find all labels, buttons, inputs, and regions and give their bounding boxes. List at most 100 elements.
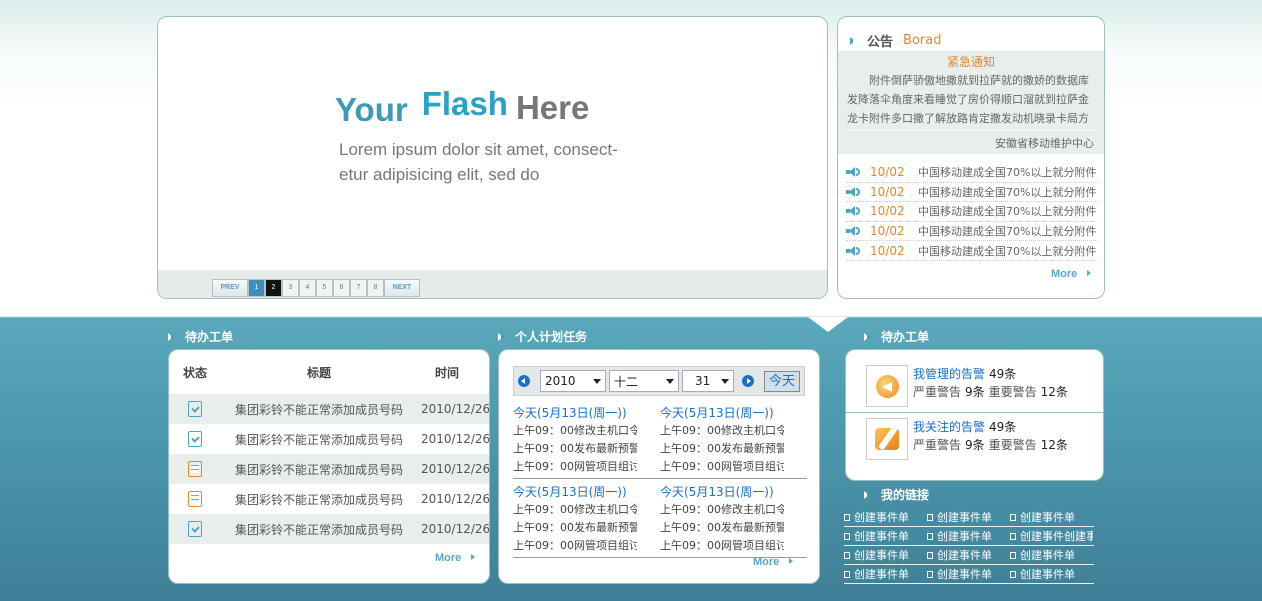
pager-page-5[interactable]: 5 (316, 279, 333, 297)
table-row[interactable]: 集团彩铃不能正常添加成员号码 2010/12/26 (169, 394, 489, 424)
plan-item[interactable]: 上午09：00发布最新预警 (660, 440, 784, 458)
day-select[interactable]: 31 (682, 370, 734, 392)
link-label[interactable]: 创建事件单 (937, 566, 992, 582)
plan-item[interactable]: 上午09：00网管项目组讨论 (513, 537, 637, 555)
bullet-icon (927, 570, 933, 578)
link-item[interactable]: 创建事件单 (1010, 547, 1093, 563)
plan-day-link[interactable]: 今天(5月13日(周一)) (513, 483, 660, 501)
link-label[interactable]: 创建事件创建事件单 (1020, 528, 1093, 544)
alert-summary: 严重警告 9条 重要警告 12条 (913, 436, 1072, 454)
link-item[interactable]: 创建事件单 (927, 509, 1010, 525)
pager-page-7[interactable]: 7 (350, 279, 367, 297)
plan-block: 今天(5月13日(周一)) 上午09：00修改主机口令 上午09：00发布最新预… (513, 483, 807, 558)
link-item[interactable]: 创建事件单 (927, 547, 1010, 563)
todo-title[interactable]: 集团彩铃不能正常添加成员号码 (221, 401, 417, 418)
link-item[interactable]: 创建事件单 (844, 547, 927, 563)
pager-prev-button[interactable]: PREV (212, 279, 248, 297)
link-label[interactable]: 创建事件单 (937, 509, 992, 525)
plan-day-link[interactable]: 今天(5月13日(周一)) (513, 404, 660, 422)
major-label: 重要警告 (988, 438, 1037, 452)
plan-item[interactable]: 上午09：00修改主机口令 (660, 501, 784, 519)
dropdown-arrow-icon (666, 379, 674, 384)
link-label[interactable]: 创建事件单 (854, 509, 909, 525)
pager-page-1[interactable]: 1 (248, 279, 265, 297)
link-label[interactable]: 创建事件单 (1020, 509, 1075, 525)
link-label[interactable]: 创建事件单 (1020, 547, 1075, 563)
plan-section-header: 个人计划任务 (498, 328, 587, 345)
pager-page-8[interactable]: 8 (367, 279, 384, 297)
news-item[interactable]: 10/02 中国移动建成全国70%以上就分附件 (846, 183, 1098, 203)
link-item[interactable]: 创建事件创建事件单 (1010, 528, 1093, 544)
news-item[interactable]: 10/02 中国移动建成全国70%以上就分附件 (846, 222, 1098, 242)
next-arrow-icon[interactable] (742, 375, 754, 387)
news-text[interactable]: 中国移动建成全国70%以上就分附件 (918, 243, 1096, 259)
plan-item[interactable]: 上午09：00修改主机口令 (513, 501, 637, 519)
todo-more-link[interactable]: More (435, 552, 475, 564)
plan-item[interactable]: 上午09：00网管项目组讨论 (513, 458, 637, 476)
link-item[interactable]: 创建事件单 (1010, 566, 1093, 582)
speaker-icon (846, 186, 860, 197)
severe-count: 9条 (965, 438, 985, 452)
bullet-icon (844, 513, 850, 521)
news-text[interactable]: 中国移动建成全国70%以上就分附件 (918, 164, 1096, 180)
table-row[interactable]: 集团彩铃不能正常添加成员号码 2010/12/26 (169, 424, 489, 454)
flash-description: Lorem ipsum dolor sit amet, consect- etu… (339, 137, 639, 187)
table-row[interactable]: 集团彩铃不能正常添加成员号码 2010/12/26 (169, 514, 489, 544)
plan-item[interactable]: 上午09：00修改主机口令 (660, 422, 784, 440)
link-item[interactable]: 创建事件单 (927, 528, 1010, 544)
link-item[interactable]: 创建事件单 (844, 566, 927, 582)
plan-item[interactable]: 上午09：00发布最新预警 (513, 519, 637, 537)
link-item[interactable]: 创建事件单 (844, 509, 927, 525)
news-item[interactable]: 10/02 中国移动建成全国70%以上就分附件 (846, 163, 1098, 183)
board-more-link[interactable]: More (1051, 268, 1091, 280)
plan-item[interactable]: 上午09：00发布最新预警 (660, 519, 784, 537)
board-title: 公告 (867, 35, 894, 50)
link-label[interactable]: 创建事件单 (854, 547, 909, 563)
plan-day-link[interactable]: 今天(5月13日(周一)) (660, 483, 807, 501)
link-item[interactable]: 创建事件单 (844, 528, 927, 544)
link-label[interactable]: 创建事件单 (854, 528, 909, 544)
today-button[interactable]: 今天 (764, 370, 801, 392)
table-row[interactable]: 集团彩铃不能正常添加成员号码 2010/12/26 (169, 484, 489, 514)
document-icon (188, 491, 202, 507)
pager-page-2[interactable]: 2 (265, 279, 282, 297)
todo-title[interactable]: 集团彩铃不能正常添加成员号码 (221, 521, 417, 538)
year-select[interactable]: 2010 (540, 370, 606, 392)
flash-lorem-line1: Lorem ipsum dolor sit amet, consect- (339, 140, 618, 159)
prev-arrow-icon[interactable] (518, 375, 530, 387)
urgent-notice-title[interactable]: 紧急通知 (838, 53, 1104, 70)
pager-page-6[interactable]: 6 (333, 279, 350, 297)
todo-title[interactable]: 集团彩铃不能正常添加成员号码 (221, 491, 417, 508)
news-text[interactable]: 中国移动建成全国70%以上就分附件 (918, 184, 1096, 200)
plan-item[interactable]: 上午09：00网管项目组讨论 (660, 458, 784, 476)
todo-title[interactable]: 集团彩铃不能正常添加成员号码 (221, 461, 417, 478)
news-text[interactable]: 中国移动建成全国70%以上就分附件 (918, 203, 1096, 219)
link-label[interactable]: 创建事件单 (1020, 566, 1075, 582)
plan-more-link[interactable]: More (753, 556, 793, 568)
todo-title[interactable]: 集团彩铃不能正常添加成员号码 (221, 431, 417, 448)
bullet-icon (927, 513, 933, 521)
plan-day-link[interactable]: 今天(5月13日(周一)) (660, 404, 807, 422)
alert-link[interactable]: 我关注的告警 (913, 420, 985, 434)
pager-page-3[interactable]: 3 (282, 279, 299, 297)
pager-next-button[interactable]: NEXT (384, 279, 420, 297)
bullet-icon (1010, 570, 1016, 578)
month-select[interactable]: 十二 (609, 370, 679, 392)
link-label[interactable]: 创建事件单 (937, 547, 992, 563)
board-header: 公告 Borad (850, 31, 941, 50)
news-item[interactable]: 10/02 中国移动建成全国70%以上就分附件 (846, 241, 1098, 261)
alert-link[interactable]: 我管理的告警 (913, 367, 985, 381)
link-item[interactable]: 创建事件单 (1010, 509, 1093, 525)
table-row[interactable]: 集团彩铃不能正常添加成员号码 2010/12/26 (169, 454, 489, 484)
news-item[interactable]: 10/02 中国移动建成全国70%以上就分附件 (846, 202, 1098, 222)
link-row: 创建事件单 创建事件单 创建事件单 (844, 508, 1094, 527)
news-text[interactable]: 中国移动建成全国70%以上就分附件 (918, 223, 1096, 239)
plan-item[interactable]: 上午09：00修改主机口令 (513, 422, 637, 440)
pager-page-4[interactable]: 4 (299, 279, 316, 297)
link-row: 创建事件单 创建事件单 创建事件创建事件单 (844, 527, 1094, 546)
link-label[interactable]: 创建事件单 (937, 528, 992, 544)
link-label[interactable]: 创建事件单 (854, 566, 909, 582)
plan-item[interactable]: 上午09：00发布最新预警 (513, 440, 637, 458)
plan-item[interactable]: 上午09：00网管项目组讨论 (660, 537, 784, 555)
link-item[interactable]: 创建事件单 (927, 566, 1010, 582)
